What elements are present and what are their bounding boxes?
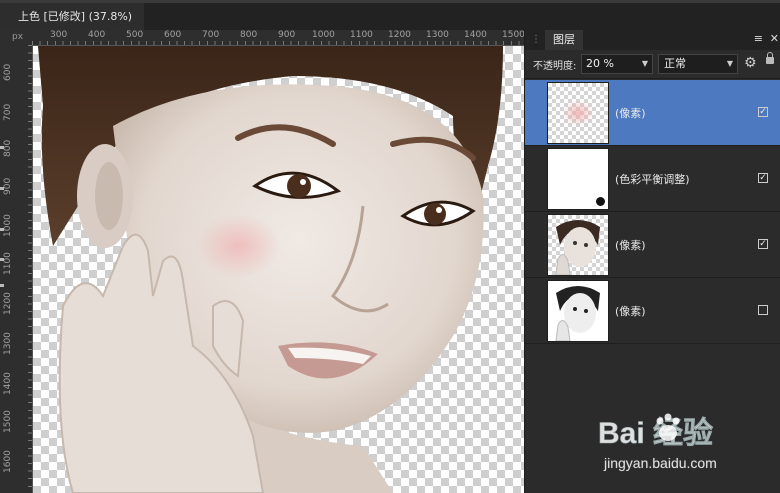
portrait-thumbnail-image bbox=[555, 220, 600, 275]
toolbar-marker bbox=[0, 258, 4, 261]
ruler-marks bbox=[28, 45, 32, 493]
adjustment-icon bbox=[595, 196, 606, 207]
layer-toolbar: 不透明度: 20 % ▼ 正常 ▼ ⚙ bbox=[525, 50, 780, 79]
ruler-tick: 1400 bbox=[464, 30, 487, 40]
ruler-tick: 1100 bbox=[350, 30, 373, 40]
ruler-tick: 700 bbox=[202, 30, 220, 40]
ruler-tick: 400 bbox=[88, 30, 106, 40]
toolbar-marker bbox=[0, 187, 4, 190]
layer-name[interactable]: (像素) bbox=[615, 303, 646, 319]
ruler-tick: 700 bbox=[3, 103, 13, 121]
layer-name[interactable]: (像素) bbox=[615, 105, 646, 121]
document-canvas[interactable] bbox=[33, 46, 524, 493]
opacity-label: 不透明度: bbox=[533, 61, 577, 72]
layer-row[interactable]: (色彩平衡调整) ✓ bbox=[525, 146, 780, 212]
visibility-checkbox[interactable]: ✓ bbox=[758, 239, 768, 249]
horizontal-ruler[interactable]: 300 400 500 600 700 800 900 1000 1100 12… bbox=[32, 30, 524, 46]
blend-mode-value: 正常 bbox=[664, 57, 686, 70]
ruler-tick: 600 bbox=[164, 30, 182, 40]
ruler-tick: 900 bbox=[278, 30, 296, 40]
ruler-tick: 900 bbox=[3, 177, 13, 195]
ruler-tick: 800 bbox=[3, 139, 13, 157]
baidu-logo: Bai 经验 bbox=[598, 413, 713, 450]
vertical-ruler[interactable]: 600 700 800 900 1000 1100 1200 1300 1400… bbox=[0, 45, 33, 493]
layer-name[interactable]: (色彩平衡调整) bbox=[615, 171, 690, 187]
ruler-tick: 1500 bbox=[3, 410, 13, 433]
blush-thumbnail-image bbox=[562, 100, 594, 126]
ruler-marks bbox=[32, 41, 524, 45]
ruler-tick: 1200 bbox=[3, 292, 13, 315]
toolbar-marker bbox=[0, 146, 4, 149]
layer-row[interactable]: (像素) ✓ bbox=[525, 212, 780, 278]
ruler-tick: 1600 bbox=[3, 450, 13, 473]
ruler-unit: px bbox=[0, 30, 32, 45]
layer-row[interactable]: (像素) ✓ bbox=[525, 80, 780, 146]
baidu-watermark: Bai 经验 jingyan.baidu.com bbox=[598, 405, 778, 485]
document-tab[interactable]: 上色 [已修改] (37.8%) bbox=[0, 3, 145, 30]
ruler-tick: 600 bbox=[3, 63, 13, 81]
logo-text: Bai 经验 bbox=[598, 416, 713, 450]
ruler-tick: 800 bbox=[240, 30, 258, 40]
close-icon[interactable]: ✕ bbox=[770, 32, 779, 45]
layer-row[interactable]: (像素) bbox=[525, 278, 780, 344]
watermark-url: jingyan.baidu.com bbox=[604, 455, 717, 471]
ruler-tick: 1300 bbox=[3, 332, 13, 355]
ruler-tick: 1500 bbox=[502, 30, 524, 40]
portrait-image bbox=[38, 46, 503, 493]
tab-layers[interactable]: 图层 bbox=[545, 30, 583, 50]
visibility-checkbox[interactable]: ✓ bbox=[758, 173, 768, 183]
ruler-tick: 300 bbox=[50, 30, 68, 40]
layer-thumbnail bbox=[547, 280, 609, 342]
layer-name[interactable]: (像素) bbox=[615, 237, 646, 253]
menu-icon[interactable]: ≡ bbox=[754, 32, 763, 45]
opacity-input[interactable]: 20 % ▼ bbox=[581, 54, 653, 74]
ruler-tick: 1000 bbox=[312, 30, 335, 40]
blend-mode-select[interactable]: 正常 ▼ bbox=[658, 54, 738, 74]
portrait-thumbnail-image bbox=[555, 286, 600, 341]
ruler-tick: 1200 bbox=[388, 30, 411, 40]
layer-thumbnail bbox=[547, 148, 609, 210]
panel-header: ⋮⋮ 图层 ≡ ✕ bbox=[525, 30, 780, 50]
ruler-tick: 1000 bbox=[3, 214, 13, 237]
lock-icon[interactable] bbox=[766, 52, 774, 64]
ruler-tick: 1400 bbox=[3, 372, 13, 395]
chevron-down-icon[interactable]: ▼ bbox=[727, 55, 733, 73]
opacity-value: 20 % bbox=[586, 57, 614, 70]
ruler-tick: 1100 bbox=[3, 252, 13, 275]
toolbar-marker bbox=[0, 228, 4, 231]
ruler-tick: 1300 bbox=[426, 30, 449, 40]
gear-icon[interactable]: ⚙ bbox=[744, 55, 757, 71]
toolbar-marker bbox=[0, 284, 4, 287]
layer-thumbnail bbox=[547, 214, 609, 276]
layer-thumbnail bbox=[547, 82, 609, 144]
ruler-tick: 500 bbox=[126, 30, 144, 40]
title-bar: 上色 [已修改] (37.8%) bbox=[0, 0, 780, 30]
chevron-down-icon[interactable]: ▼ bbox=[642, 55, 648, 73]
visibility-checkbox[interactable] bbox=[758, 305, 768, 315]
visibility-checkbox[interactable]: ✓ bbox=[758, 107, 768, 117]
